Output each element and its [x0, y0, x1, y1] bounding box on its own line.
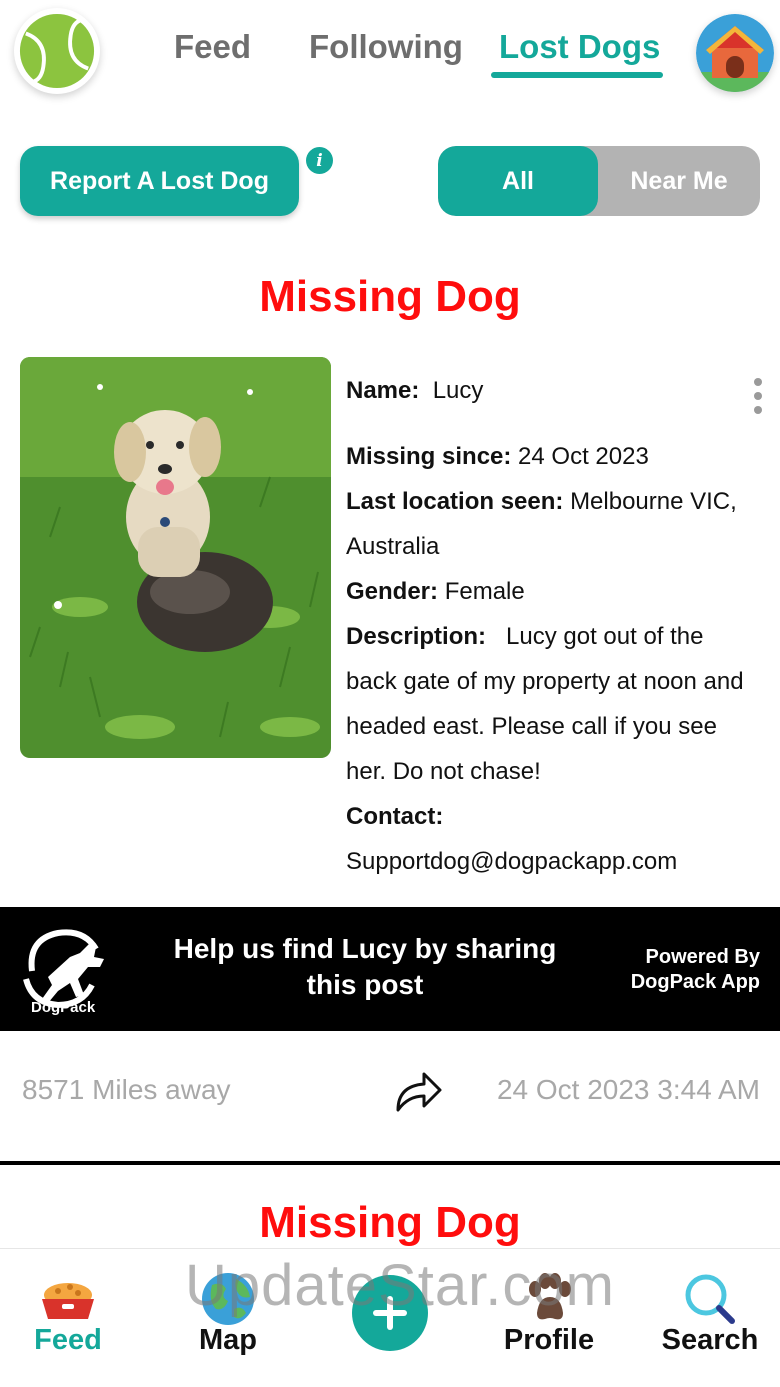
info-icon[interactable]: i [306, 147, 333, 174]
tab-lost-dogs[interactable]: Lost Dogs [499, 28, 660, 66]
detail-last-location: Last location seen: Melbourne VIC, Austr… [346, 488, 737, 560]
food-bowl-icon [42, 1283, 94, 1319]
nav-feed[interactable]: Feed [0, 1249, 138, 1387]
search-icon [685, 1274, 735, 1324]
tab-feed[interactable]: Feed [174, 28, 251, 66]
tennis-ball-icon[interactable] [14, 8, 100, 94]
share-icon[interactable] [394, 1066, 444, 1114]
active-tab-indicator [491, 72, 663, 78]
dog-details: Name: Lucy Missing since: 24 Oct 2023 La… [346, 368, 756, 884]
tab-following[interactable]: Following [309, 28, 463, 66]
missing-dog-title: Missing Dog [259, 272, 521, 321]
dog-house-icon[interactable] [696, 14, 774, 92]
detail-gender: Gender: Female [346, 578, 525, 605]
filter-near-me-option[interactable]: Near Me [598, 146, 760, 216]
contact-email[interactable]: Supportdog@dogpackapp.com [346, 839, 756, 884]
dog-photo[interactable] [20, 357, 331, 758]
nav-search[interactable]: Search [640, 1249, 780, 1387]
detail-description: Description: Lucy got out of the back ga… [346, 623, 744, 785]
post-divider [0, 1161, 780, 1165]
powered-by: Powered By DogPack App [630, 946, 760, 993]
filter-all-option[interactable]: All [438, 146, 598, 216]
next-missing-dog-title: Missing Dog [259, 1198, 521, 1247]
dogpack-logo-text: DogPack [31, 999, 96, 1016]
detail-name: Name: Lucy [346, 377, 484, 404]
detail-missing-since: Missing since: 24 Oct 2023 [346, 443, 649, 470]
detail-contact-label: Contact: [346, 803, 444, 830]
share-message: Help us find Lucy by sharing this post [173, 933, 557, 1000]
report-lost-dog-button[interactable]: Report A Lost Dog [20, 146, 299, 216]
filter-toggle: All Near Me [438, 146, 760, 216]
share-banner: Help us find Lucy by sharing this post P… [0, 907, 780, 1031]
distance-text: 8571 Miles away [22, 1074, 231, 1105]
watermark: UpdateStar.com [185, 1253, 615, 1318]
post-timestamp: 24 Oct 2023 3:44 AM [496, 1074, 760, 1105]
top-bar: Feed Following Lost Dogs [0, 0, 780, 100]
